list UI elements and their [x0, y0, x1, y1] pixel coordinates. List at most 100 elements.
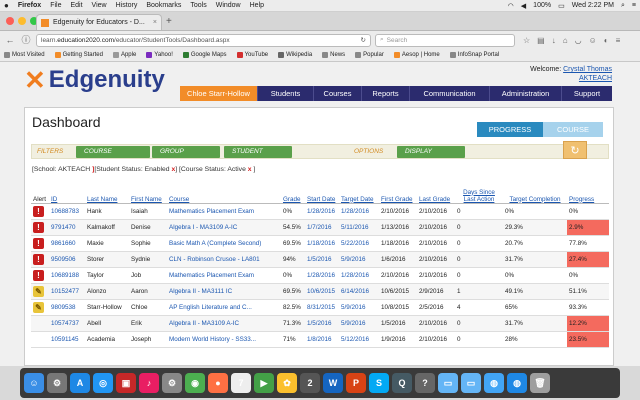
identity-icon[interactable]: ⓘ	[20, 34, 32, 46]
app-menu[interactable]: Firefox	[18, 2, 41, 9]
reload-icon[interactable]: ↻	[361, 36, 366, 44]
student-id-link[interactable]: 9509506	[49, 251, 85, 268]
bookmark-getting-started[interactable]: Getting Started	[54, 52, 103, 58]
col-first-grade[interactable]: First Grade	[379, 182, 417, 204]
itunes-icon[interactable]: ♪	[139, 373, 159, 393]
downloads-icon[interactable]: ◍	[507, 373, 527, 393]
apple-menu-icon[interactable]: ●	[4, 1, 9, 10]
system-preferences-icon[interactable]: ⚙	[162, 373, 182, 393]
menu-window[interactable]: Window	[216, 2, 241, 9]
downloads-icon[interactable]: ↓	[552, 36, 556, 45]
course-link[interactable]: Algebra II - MA3109 A-IC	[167, 315, 281, 332]
firefox-icon[interactable]: ●	[208, 373, 228, 393]
col-course[interactable]: Course	[167, 182, 281, 204]
bookmark-google-maps[interactable]: Google Maps	[182, 52, 227, 58]
display-button[interactable]: DISPLAY	[397, 146, 465, 158]
course-link[interactable]: Modern World History - SS33...	[167, 331, 281, 348]
globe-icon[interactable]: ◍	[484, 373, 504, 393]
course-link[interactable]: Mathematics Placement Exam	[167, 267, 281, 284]
close-tab-icon[interactable]: ×	[153, 19, 157, 26]
folder-icon-2[interactable]: ▭	[461, 373, 481, 393]
clock[interactable]: Wed 2:22 PM	[572, 2, 614, 9]
col-target-completion[interactable]: Target Completion	[503, 182, 567, 204]
student-id-link[interactable]: 10574737	[49, 315, 85, 332]
col-last-grade[interactable]: Last Grade	[417, 182, 455, 204]
student-id-link[interactable]: 10689188	[49, 267, 85, 284]
back-button[interactable]: ←	[4, 34, 16, 46]
col-days-since[interactable]: Days Since Last Action	[455, 182, 503, 204]
course-link[interactable]: Algebra II - MA3111 IC	[167, 283, 281, 300]
target-date-link[interactable]: 6/14/2016	[339, 283, 379, 300]
table-row[interactable]: ✎ 10152477 Alonzo Aaron Algebra II - MA3111 …	[31, 283, 609, 300]
menu-help[interactable]: Help	[250, 2, 264, 9]
edgenuity-logo[interactable]: ✕ Edgenuity	[24, 67, 165, 93]
course-link[interactable]: AP English Literature and C...	[167, 299, 281, 316]
table-row[interactable]: ! 9509506 Storer Sydnie CLN - Robinson Cruso…	[31, 251, 609, 268]
course-link[interactable]: CLN - Robinson Crusoe - LA801	[167, 251, 281, 268]
student-id-link[interactable]: 10591145	[49, 331, 85, 348]
table-row[interactable]: 10574737 Abell Erik Algebra II - MA3109 A-I…	[31, 315, 609, 332]
battery-icon[interactable]: ▭	[558, 2, 565, 10]
group-filter-button[interactable]: GROUP	[152, 146, 220, 158]
app-store-icon[interactable]: A	[70, 373, 90, 393]
table-row[interactable]: ! 9791470 Kalmakoff Denise Algebra I - MA310…	[31, 219, 609, 236]
student-id-link[interactable]: 9791470	[49, 219, 85, 236]
target-date-link[interactable]: 5/22/2016	[339, 235, 379, 252]
launchpad-icon[interactable]: ⚙	[47, 373, 67, 393]
bookmark-news[interactable]: News	[322, 52, 345, 58]
course-link[interactable]: Basic Math A (Complete Second)	[167, 235, 281, 252]
start-date-link[interactable]: 1/8/2016	[305, 331, 339, 348]
menu-tools[interactable]: Tools	[190, 2, 206, 9]
photo-booth-icon[interactable]: ▣	[116, 373, 136, 393]
volume-icon[interactable]: ◀	[521, 2, 526, 10]
tab-progress[interactable]: PROGRESS	[477, 122, 543, 137]
nav-students[interactable]: Students	[258, 86, 314, 101]
minimize-window-button[interactable]	[18, 17, 26, 25]
start-date-link[interactable]: 1/18/2016	[305, 235, 339, 252]
course-link[interactable]: Mathematics Placement Exam	[167, 203, 281, 220]
col-last-name[interactable]: Last Name	[85, 182, 129, 204]
new-tab-button[interactable]: +	[166, 16, 172, 27]
calendar-icon[interactable]: 7	[231, 373, 251, 393]
target-date-link[interactable]: 5/9/2016	[339, 251, 379, 268]
menu-history[interactable]: History	[116, 2, 138, 9]
start-date-link[interactable]: 1/28/2016	[305, 203, 339, 220]
start-date-link[interactable]: 1/5/2016	[305, 251, 339, 268]
facetime-icon[interactable]: ▶	[254, 373, 274, 393]
col-id[interactable]: ID	[49, 182, 85, 204]
menu-bookmarks[interactable]: Bookmarks	[146, 2, 181, 9]
col-target-date[interactable]: Target Date	[339, 182, 379, 204]
help-icon[interactable]: ?	[415, 373, 435, 393]
folder-icon[interactable]: ▭	[438, 373, 458, 393]
bookmark-youtube[interactable]: YouTube	[236, 52, 268, 58]
alert-note-icon[interactable]: ✎	[33, 285, 44, 297]
chrome-icon[interactable]: ◉	[185, 373, 205, 393]
bookmarks-list-icon[interactable]: ▤	[537, 36, 545, 45]
menu-view[interactable]: View	[92, 2, 107, 9]
start-date-link[interactable]: 8/31/2015	[305, 299, 339, 316]
refresh-icon[interactable]: ↻	[563, 141, 587, 159]
close-window-button[interactable]	[6, 17, 14, 25]
col-start-date[interactable]: Start Date	[305, 182, 339, 204]
stopwatch-icon[interactable]: 2	[300, 373, 320, 393]
student-filter-button[interactable]: STUDENT	[224, 146, 292, 158]
url-bar[interactable]: learn. education2020.com/educator/Student…	[36, 33, 371, 47]
spotlight-icon[interactable]: ⌕	[621, 2, 625, 10]
user-link[interactable]: Crystal Thomas	[563, 66, 612, 73]
skype-icon[interactable]: S	[369, 373, 389, 393]
target-date-link[interactable]: 1/28/2016	[339, 267, 379, 284]
nav-communication[interactable]: Communication	[410, 86, 490, 101]
bookmark-aesop[interactable]: Aesop | Home	[393, 52, 440, 58]
col-grade[interactable]: Grade	[281, 182, 305, 204]
word-icon[interactable]: W	[323, 373, 343, 393]
start-date-link[interactable]: 1/7/2016	[305, 219, 339, 236]
current-student-tab[interactable]: Chloe Starr-Hollow	[180, 86, 258, 101]
student-id-link[interactable]: 10152477	[49, 283, 85, 300]
nav-courses[interactable]: Courses	[314, 86, 362, 101]
target-date-link[interactable]: 5/9/2016	[339, 299, 379, 316]
browser-tab[interactable]: Edgenuity for Educators - D... ×	[36, 14, 162, 30]
alert-red-icon[interactable]: !	[33, 269, 44, 281]
col-progress[interactable]: Progress	[567, 182, 609, 204]
bookmark-yahoo[interactable]: Yahoo!	[146, 52, 173, 58]
sync-icon[interactable]: ◐	[604, 36, 609, 45]
